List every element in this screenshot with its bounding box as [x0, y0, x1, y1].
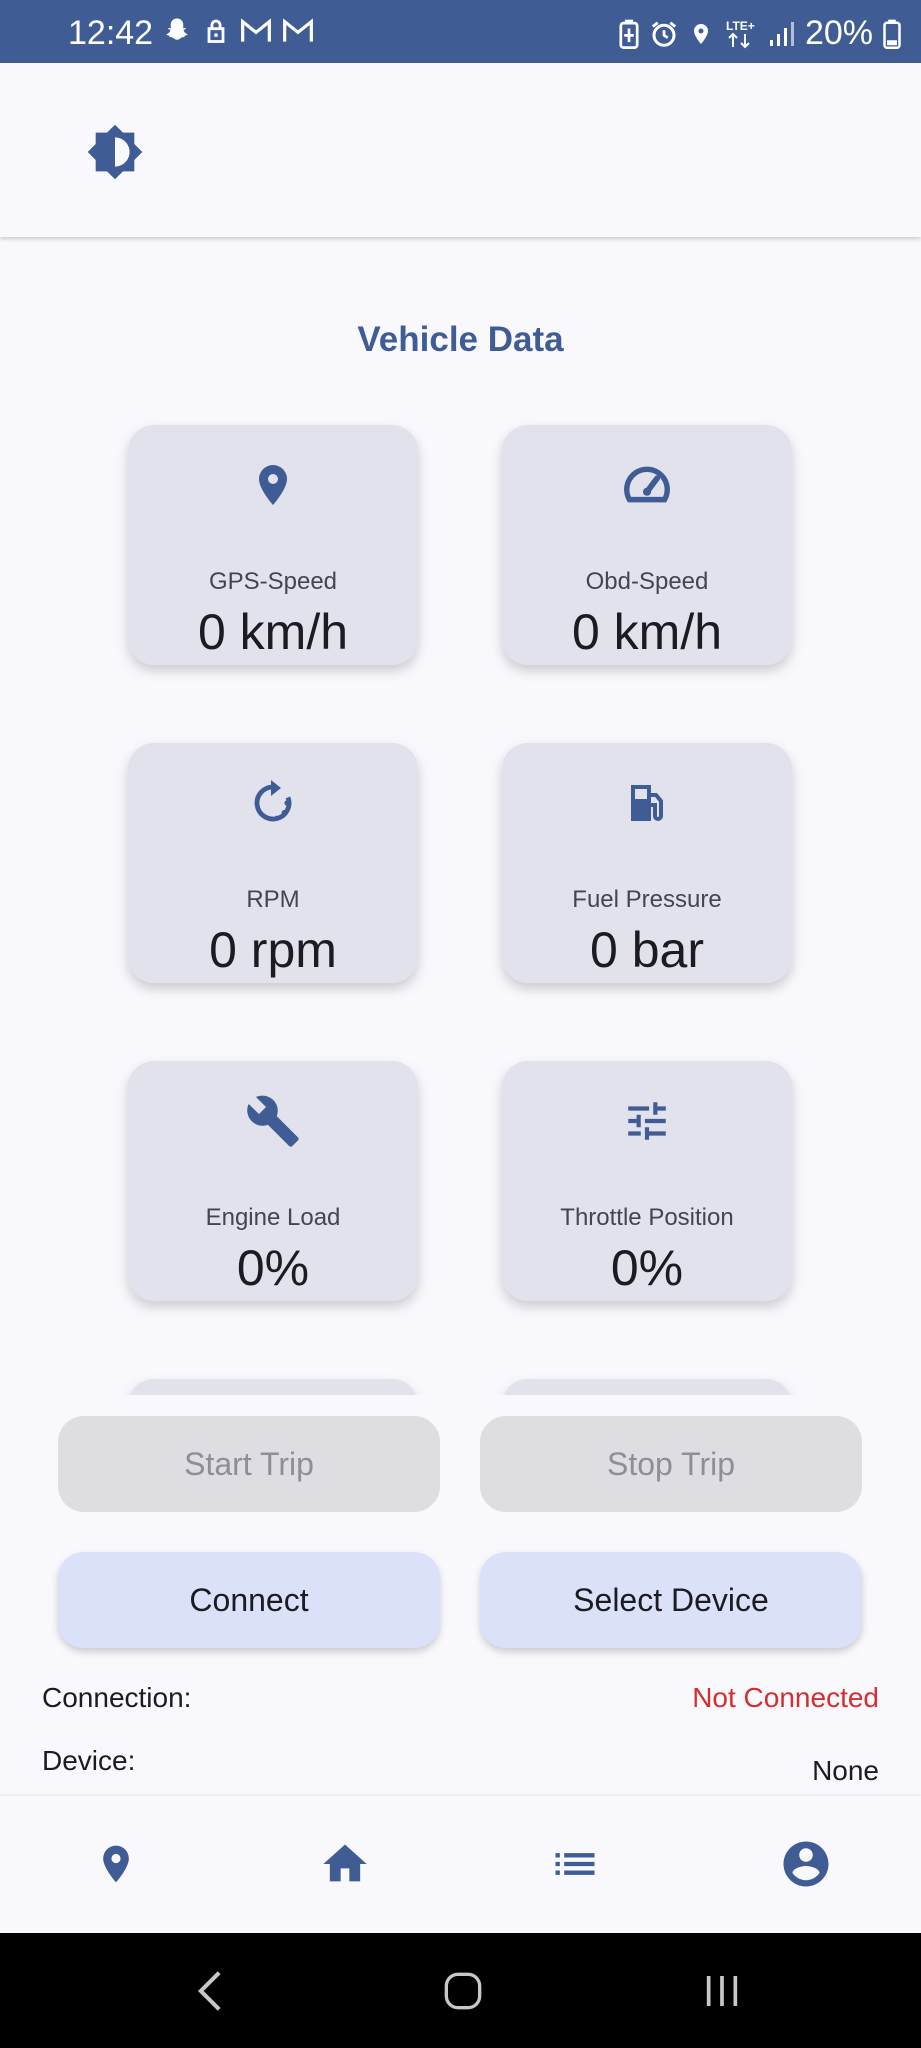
account-icon	[783, 1841, 829, 1887]
brightness-icon	[87, 124, 143, 180]
card-label: Engine Load	[205, 1204, 341, 1231]
device-value: None	[812, 1755, 879, 1786]
location-icon	[693, 23, 708, 44]
lte-icon: LTE+	[726, 19, 755, 48]
status-bar: 12:42 LTE+ 20%	[0, 0, 921, 63]
alarm-icon	[651, 21, 677, 47]
vehicle-data-grid[interactable]: GPS-Speed 0 km/h Obd-Speed 0 km/h RPM 0 …	[0, 395, 921, 1395]
card-value: 0 rpm	[209, 922, 337, 978]
back-button[interactable]	[190, 1968, 230, 2014]
card-label: Fuel Pressure	[572, 886, 722, 913]
home-icon	[323, 1844, 367, 1882]
speedometer-icon	[624, 466, 670, 503]
connection-status: Not Connected	[692, 1682, 879, 1713]
theme-toggle-button[interactable]	[82, 119, 148, 185]
select-device-button[interactable]: Select Device	[480, 1552, 862, 1648]
rotate-icon	[254, 780, 292, 822]
nav-map[interactable]	[88, 1836, 144, 1892]
nav-list[interactable]	[547, 1836, 603, 1892]
card-value: 0%	[610, 1240, 684, 1296]
nav-home[interactable]	[317, 1836, 373, 1892]
bottom-navigation	[0, 1796, 921, 1933]
card-label: GPS-Speed	[208, 568, 338, 595]
connection-label: Connection:	[42, 1682, 192, 1713]
card-engine-load[interactable]: Engine Load 0%	[128, 1061, 418, 1301]
connect-button[interactable]: Connect	[58, 1552, 440, 1648]
svg-text:LTE+: LTE+	[726, 19, 755, 33]
home-button[interactable]	[440, 1968, 486, 2014]
stop-trip-button[interactable]: Stop Trip	[480, 1416, 862, 1512]
top-app-bar	[0, 63, 921, 237]
nav-account[interactable]	[778, 1836, 834, 1892]
status-time: 12:42	[68, 14, 154, 52]
card-fuel-pressure[interactable]: Fuel Pressure 0 bar	[502, 743, 792, 983]
device-label: Device:	[42, 1745, 136, 1776]
gmail-icon	[283, 18, 313, 42]
snapchat-icon	[166, 18, 188, 40]
map-pin-icon	[103, 1845, 129, 1883]
fuel-pump-icon	[631, 785, 663, 821]
card-throttle-position[interactable]: Throttle Position 0%	[502, 1061, 792, 1301]
lock-icon	[207, 19, 225, 43]
card-label: RPM	[246, 886, 300, 913]
signal-icon	[769, 21, 794, 46]
card-partial[interactable]	[502, 1379, 792, 1395]
card-partial[interactable]	[128, 1379, 418, 1395]
card-value: 0 km/h	[571, 604, 723, 660]
section-title: Vehicle Data	[357, 320, 564, 359]
recents-icon	[706, 1976, 738, 2006]
battery-saver-icon	[619, 19, 639, 49]
card-label: Obd-Speed	[585, 568, 709, 595]
battery-percent: 20%	[804, 14, 873, 52]
card-value: 0 km/h	[197, 604, 349, 660]
wrench-icon	[247, 1095, 299, 1147]
location-pin-icon	[259, 465, 287, 505]
battery-icon	[883, 19, 901, 49]
card-gps-speed[interactable]: GPS-Speed 0 km/h	[128, 425, 418, 665]
list-icon	[555, 1853, 595, 1875]
card-value: 0 bar	[590, 922, 704, 978]
card-obd-speed[interactable]: Obd-Speed 0 km/h	[502, 425, 792, 665]
card-label: Throttle Position	[560, 1204, 734, 1231]
card-rpm[interactable]: RPM 0 rpm	[128, 743, 418, 983]
gmail-icon	[241, 18, 271, 42]
back-icon	[197, 1971, 221, 2011]
start-trip-button[interactable]: Start Trip	[58, 1416, 440, 1512]
recents-button[interactable]	[700, 1968, 744, 2014]
system-navigation-bar	[0, 1933, 921, 2048]
card-value: 0%	[236, 1240, 310, 1296]
home-circle-icon	[444, 1972, 482, 2010]
sliders-icon	[628, 1102, 666, 1140]
